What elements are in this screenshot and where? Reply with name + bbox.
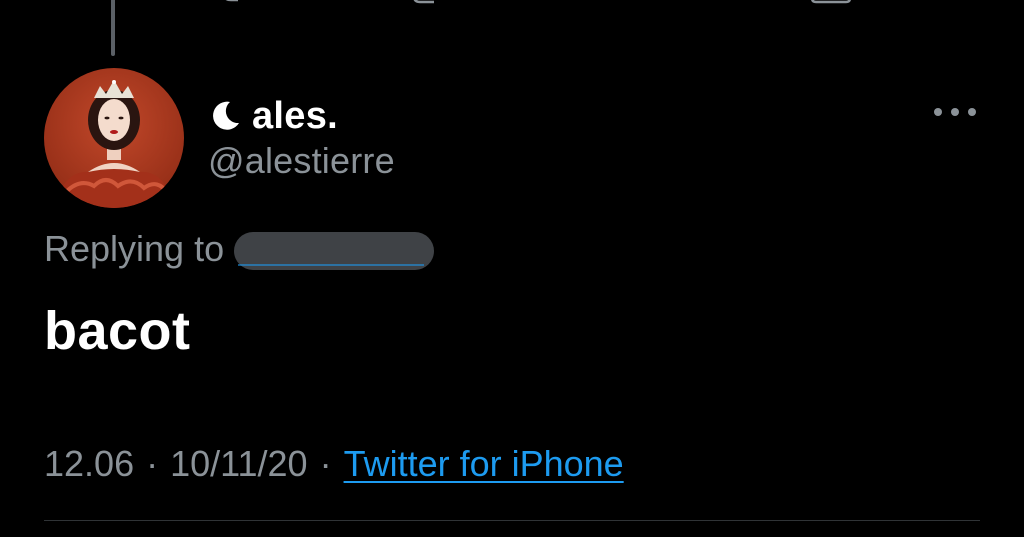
display-name[interactable]: ales. xyxy=(252,95,338,138)
tweet-time: 12.06 xyxy=(44,443,135,484)
divider xyxy=(44,520,980,521)
share-icon[interactable] xyxy=(810,0,852,6)
redacted-reply-handle-link[interactable] xyxy=(234,232,435,270)
more-horizontal-icon xyxy=(951,108,959,116)
avatar-image xyxy=(44,68,184,208)
separator-dot: · xyxy=(319,443,332,484)
tweet-date: 10/11/20 xyxy=(170,443,308,484)
reply-icon[interactable] xyxy=(222,0,240,6)
display-name-row[interactable]: ales. xyxy=(208,92,338,140)
moon-icon xyxy=(213,101,239,130)
previous-tweet-action-bar xyxy=(0,0,1024,6)
more-options-button[interactable] xyxy=(934,100,976,124)
tweet-metadata: 12.06 · 10/11/20 · Twitter for iPhone xyxy=(44,440,624,488)
more-horizontal-icon xyxy=(934,108,942,116)
replying-to-label: Replying to xyxy=(44,228,225,269)
retweet-icon[interactable] xyxy=(412,0,444,6)
separator-dot: · xyxy=(146,443,159,484)
like-icon[interactable] xyxy=(616,0,638,6)
tweet-source-link[interactable]: Twitter for iPhone xyxy=(344,443,624,485)
user-handle[interactable]: @alestierre xyxy=(208,140,395,182)
avatar[interactable] xyxy=(44,68,184,208)
thread-connector-line xyxy=(111,0,115,56)
tweet-text: bacot xyxy=(44,301,191,361)
replying-to: Replying to xyxy=(44,226,435,272)
more-horizontal-icon xyxy=(968,108,976,116)
